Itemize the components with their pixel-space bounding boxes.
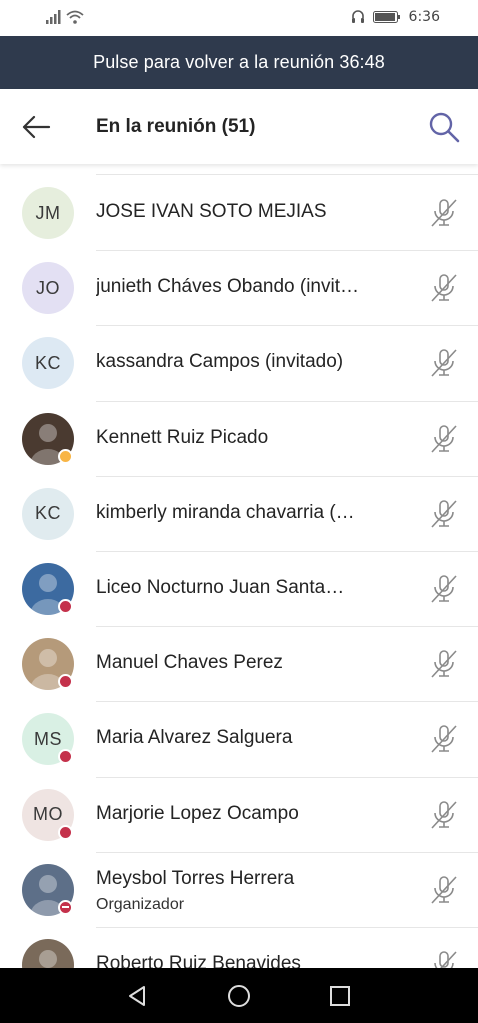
mic-off-icon xyxy=(428,949,460,968)
participant-name: Maria Alvarez Salguera xyxy=(96,727,293,749)
page-title: En la reunión (51) xyxy=(96,116,256,137)
participant-name: kimberly miranda chavarria (… xyxy=(96,501,355,523)
mic-off-icon xyxy=(428,648,460,680)
arrow-left-icon xyxy=(22,115,51,139)
presence-status-badge xyxy=(58,824,73,840)
search-icon xyxy=(429,112,460,143)
mic-off-icon xyxy=(428,197,460,229)
participant-name: JOSE IVAN SOTO MEJIAS xyxy=(96,201,327,222)
status-bar: 6:36 xyxy=(0,0,478,36)
system-status: 6:36 xyxy=(351,9,440,25)
participant-name: Manuel Chaves Perez xyxy=(96,652,283,674)
participant-name: Liceo Nocturno Juan Santa… xyxy=(96,576,345,598)
mic-off-icon xyxy=(428,573,460,605)
nav-back-icon[interactable] xyxy=(124,982,152,1010)
participant-name: Meysbol Torres Herrera xyxy=(96,867,295,889)
return-to-meeting-text: Pulse para volver a la reunión 36:48 xyxy=(93,52,385,72)
clock: 6:36 xyxy=(408,9,440,25)
participant-list-inner: JM JOSE IVAN SOTO MEJIAS JO junieth Cháves … xyxy=(0,176,478,968)
participant-row[interactable]: KC kimberly miranda chavarria (… xyxy=(0,477,478,553)
wifi-icon xyxy=(66,10,84,24)
participant-list[interactable]: JM JOSE IVAN SOTO MEJIAS JO junieth Cháves … xyxy=(0,164,478,968)
presence-status-badge xyxy=(58,448,73,464)
mic-off-icon xyxy=(428,723,460,755)
avatar-initials: JM xyxy=(22,187,74,239)
headset-icon xyxy=(351,10,364,23)
mic-off-icon xyxy=(428,498,460,530)
mic-off-icon xyxy=(428,272,460,304)
battery-icon xyxy=(372,11,400,23)
presence-status-badge xyxy=(58,749,73,765)
participant-row[interactable]: Kennett Ruiz Picado xyxy=(0,402,478,477)
participant-name: Kennett Ruiz Picado xyxy=(96,426,269,448)
participant-row[interactable]: JO junieth Cháves Obando (invit… xyxy=(0,251,478,327)
participant-row[interactable]: MO Marjorie Lopez Ocampo xyxy=(0,778,478,853)
participant-row[interactable]: Roberto Ruiz Benavides xyxy=(0,928,478,968)
mic-off-icon xyxy=(428,874,460,906)
participant-row[interactable]: MS Maria Alvarez Salguera xyxy=(0,702,478,778)
participant-row[interactable]: Liceo Nocturno Juan Santa… xyxy=(0,552,478,628)
participant-name: junieth Cháves Obando (invit… xyxy=(96,276,359,298)
return-to-meeting-banner[interactable]: Pulse para volver a la reunión 36:48 xyxy=(0,36,478,89)
divider xyxy=(96,174,478,175)
avatar-initials: JO xyxy=(22,262,74,315)
mic-off-icon xyxy=(428,799,460,831)
presence-status-badge xyxy=(58,674,73,690)
participant-name: Roberto Ruiz Benavides xyxy=(96,952,301,968)
back-button[interactable] xyxy=(16,109,56,145)
nav-home-icon[interactable] xyxy=(225,982,253,1010)
mic-off-icon xyxy=(428,347,460,379)
participant-row[interactable]: Meysbol Torres Herrera Organizador xyxy=(0,853,478,929)
participant-name: Marjorie Lopez Ocampo xyxy=(96,802,299,824)
participant-row[interactable]: Manuel Chaves Perez xyxy=(0,627,478,703)
mic-off-icon xyxy=(428,423,460,455)
search-button[interactable] xyxy=(426,109,462,145)
participant-row[interactable]: KC kassandra Campos (invitado) xyxy=(0,326,478,402)
avatar-initials: KC xyxy=(22,487,74,540)
system-navigation-bar xyxy=(0,968,478,1023)
header: En la reunión (51) xyxy=(0,89,478,164)
signal-icon xyxy=(46,10,61,24)
signal-wifi-indicators xyxy=(46,10,84,24)
presence-status-badge xyxy=(58,899,73,915)
participant-name: kassandra Campos (invitado) xyxy=(96,351,344,373)
presence-status-badge xyxy=(58,598,73,614)
nav-recents-icon[interactable] xyxy=(326,982,354,1010)
participant-row[interactable]: JM JOSE IVAN SOTO MEJIAS xyxy=(0,176,478,252)
participant-role: Organizador xyxy=(96,895,185,913)
avatar-photo xyxy=(22,938,74,968)
avatar-initials: KC xyxy=(22,337,74,390)
